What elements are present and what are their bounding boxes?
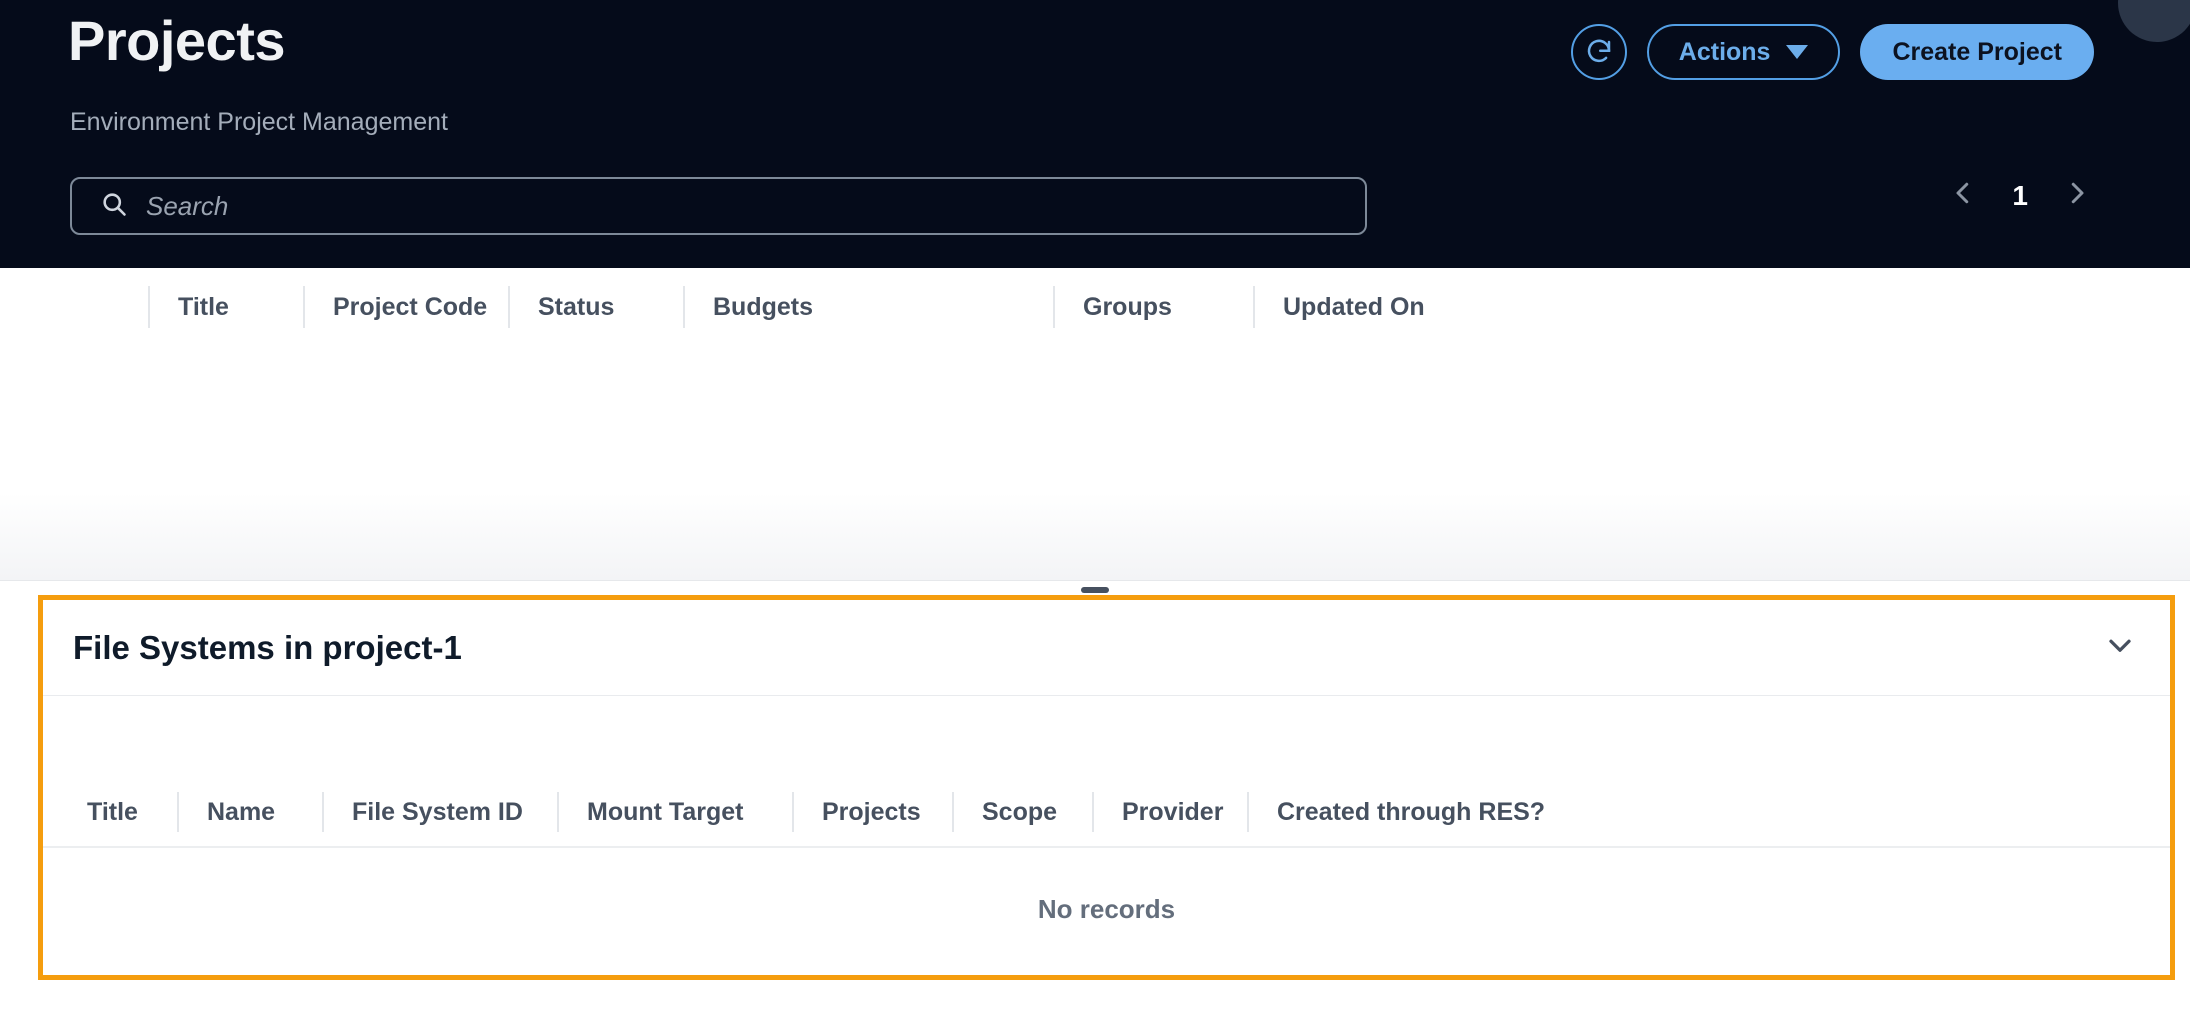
search-icon xyxy=(100,190,128,223)
splitter-handle[interactable] xyxy=(1081,587,1109,593)
refresh-icon xyxy=(1584,37,1614,67)
file-systems-title: File Systems in project-1 xyxy=(73,628,462,666)
page-header: Projects Environment Project Management … xyxy=(0,0,2190,268)
chevron-down-icon xyxy=(1786,45,1809,59)
column-header-select xyxy=(70,284,148,330)
create-project-button[interactable]: Create Project xyxy=(1860,24,2094,80)
column-header-provider[interactable]: Provider xyxy=(1092,792,1247,832)
avatar[interactable] xyxy=(2118,0,2190,42)
projects-table-header: Title Project Code Status Budgets Groups… xyxy=(0,268,2190,328)
page-title: Projects xyxy=(68,9,286,72)
file-systems-table: Title Name File System ID Mount Target P… xyxy=(43,696,2170,977)
empty-state-message: No records xyxy=(1037,894,1176,924)
page-number[interactable]: 1 xyxy=(2012,180,2028,212)
refresh-button[interactable] xyxy=(1570,24,1627,80)
file-systems-table-header: Title Name File System ID Mount Target P… xyxy=(43,792,2170,848)
column-header-file-system-id[interactable]: File System ID xyxy=(322,792,557,832)
column-header-title[interactable]: Title xyxy=(148,284,303,330)
search-input[interactable] xyxy=(146,190,1365,222)
search-box[interactable] xyxy=(70,177,1367,235)
column-header-created-through-res[interactable]: Created through RES? xyxy=(1247,792,1547,832)
chevron-right-icon[interactable] xyxy=(2062,178,2092,213)
pagination-top: 1 xyxy=(1948,178,2092,213)
column-header-groups[interactable]: Groups xyxy=(1053,284,1253,330)
column-header-mount-target[interactable]: Mount Target xyxy=(557,792,792,832)
file-systems-panel: File Systems in project-1 Title Name Fil… xyxy=(38,595,2175,980)
chevron-down-icon[interactable] xyxy=(2102,627,2138,668)
actions-button[interactable]: Actions xyxy=(1646,24,1841,80)
header-actions: Actions Create Project xyxy=(1570,24,2094,80)
column-header-title[interactable]: Title xyxy=(57,792,177,832)
column-header-projects[interactable]: Projects xyxy=(792,792,952,832)
column-header-updated-on[interactable]: Updated On xyxy=(1253,284,1673,330)
column-header-scope[interactable]: Scope xyxy=(952,792,1092,832)
chevron-left-icon[interactable] xyxy=(1948,178,1978,213)
file-systems-panel-header: File Systems in project-1 xyxy=(43,600,2170,696)
column-header-status[interactable]: Status xyxy=(508,284,683,330)
actions-button-label: Actions xyxy=(1678,37,1771,66)
column-header-budgets[interactable]: Budgets xyxy=(683,284,1053,330)
projects-table-panel: Title Project Code Status Budgets Groups… xyxy=(0,268,2190,759)
page-subtitle: Environment Project Management xyxy=(70,108,448,136)
column-header-name[interactable]: Name xyxy=(177,792,322,832)
column-header-project-code[interactable]: Project Code xyxy=(303,284,508,330)
